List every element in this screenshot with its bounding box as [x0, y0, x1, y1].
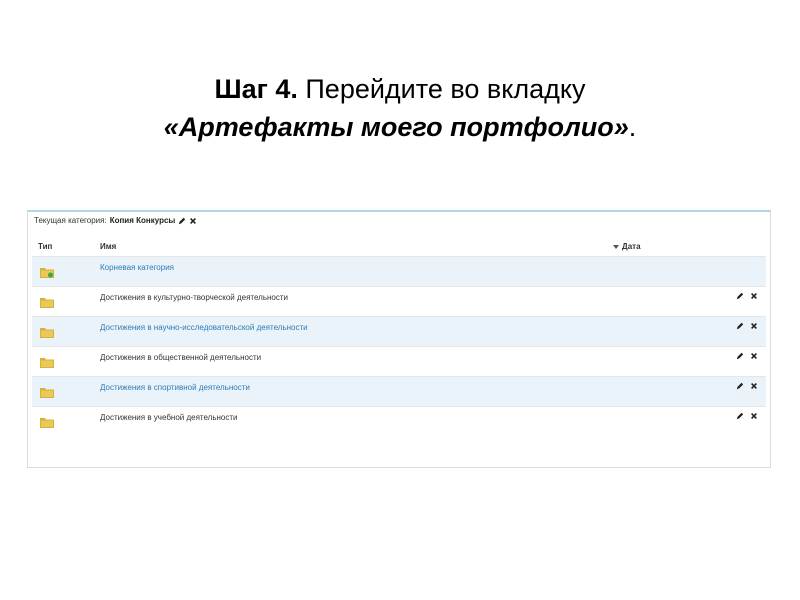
- folder-icon: [40, 328, 54, 338]
- row-name-link[interactable]: Корневая категория: [100, 263, 174, 272]
- table-row[interactable]: Достижения в спортивной деятельности: [32, 376, 766, 406]
- table-row[interactable]: Достижения в научно-исследовательской де…: [32, 316, 766, 346]
- row-name-link[interactable]: Достижения в научно-исследовательской де…: [100, 323, 308, 332]
- row-actions: [736, 412, 758, 420]
- delete-icon[interactable]: [750, 352, 758, 360]
- row-name-link[interactable]: Достижения в спортивной деятельности: [100, 383, 250, 392]
- row-name[interactable]: Достижения в учебной деятельности: [100, 413, 238, 422]
- row-actions: [736, 382, 758, 390]
- table-row[interactable]: Достижения в общественной деятельности: [32, 346, 766, 376]
- row-name[interactable]: Достижения в общественной деятельности: [100, 353, 261, 362]
- edit-icon[interactable]: [736, 352, 744, 360]
- column-date[interactable]: Дата: [613, 242, 641, 251]
- current-category-name: Копия Конкурсы: [109, 216, 176, 225]
- edit-icon[interactable]: [736, 292, 744, 300]
- target-tab-name: «Артефакты моего портфолио»: [163, 112, 629, 142]
- table-header: Тип Имя Дата: [28, 236, 770, 256]
- edit-icon[interactable]: [736, 322, 744, 330]
- current-category-label: Текущая категория:: [34, 216, 107, 225]
- edit-icon[interactable]: [736, 412, 744, 420]
- delete-icon[interactable]: [750, 412, 758, 420]
- row-actions: [736, 322, 758, 330]
- folder-icon: [40, 358, 54, 368]
- delete-icon[interactable]: [189, 217, 197, 225]
- delete-icon[interactable]: [750, 382, 758, 390]
- slide-title: Шаг 4. Перейдите во вкладку «Артефакты м…: [0, 70, 800, 146]
- current-category: Текущая категория: Копия Конкурсы: [34, 216, 197, 225]
- column-type[interactable]: Тип: [38, 242, 52, 251]
- sort-arrow-icon: [613, 244, 619, 249]
- step-label: Шаг 4.: [214, 74, 298, 104]
- table-row[interactable]: Достижения в культурно-творческой деятел…: [32, 286, 766, 316]
- edit-icon[interactable]: [178, 217, 186, 225]
- delete-icon[interactable]: [750, 292, 758, 300]
- table-row[interactable]: Достижения в учебной деятельности: [32, 406, 766, 436]
- folder-icon: [40, 388, 54, 398]
- column-name[interactable]: Имя: [100, 242, 116, 251]
- row-name[interactable]: Достижения в культурно-творческой деятел…: [100, 293, 288, 302]
- row-actions: [736, 292, 758, 300]
- artifacts-panel: Текущая категория: Копия Конкурсы Тип Им…: [27, 210, 771, 468]
- delete-icon[interactable]: [750, 322, 758, 330]
- edit-icon[interactable]: [736, 382, 744, 390]
- row-actions: [736, 352, 758, 360]
- folder-icon: [40, 298, 54, 308]
- instruction-text: Перейдите во вкладку: [297, 74, 586, 104]
- column-date-label: Дата: [622, 242, 641, 251]
- title-end: .: [628, 112, 637, 142]
- table-row[interactable]: Корневая категория: [32, 256, 766, 286]
- folder-icon: [40, 418, 54, 428]
- root-folder-icon: [40, 268, 54, 278]
